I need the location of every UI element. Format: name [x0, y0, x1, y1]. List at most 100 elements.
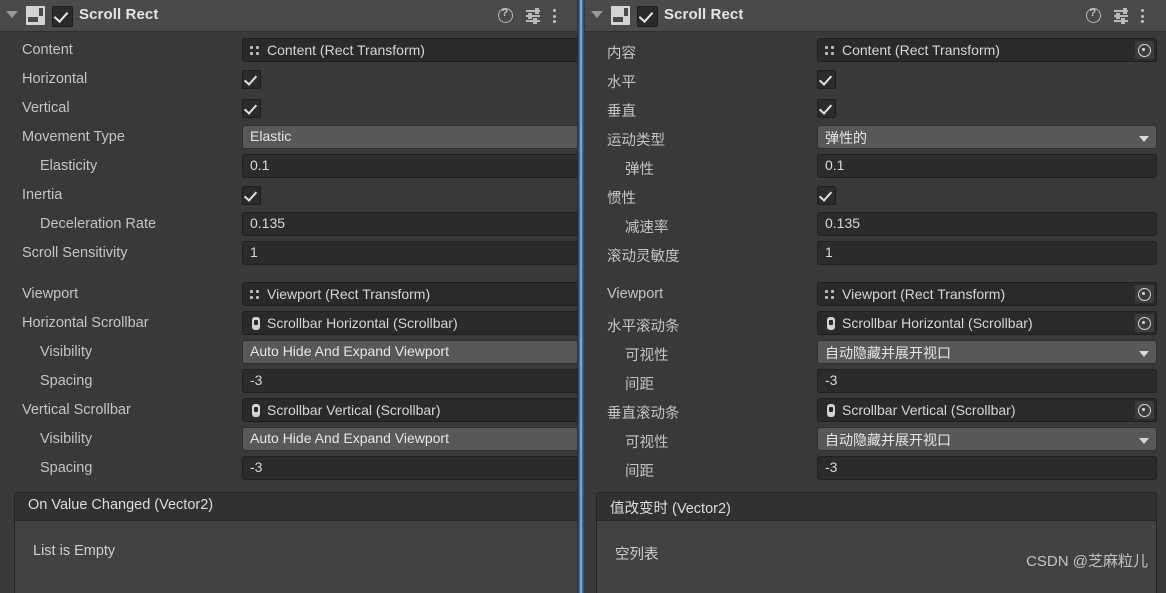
object-field[interactable]: Scrollbar Horizontal (Scrollbar) — [817, 311, 1157, 335]
property-label: Visibility — [40, 431, 93, 447]
property-label: 垂直滚动条 — [607, 406, 680, 422]
toggle-checkbox[interactable] — [242, 70, 261, 89]
property-label: Deceleration Rate — [40, 216, 157, 232]
property-label: 垂直 — [607, 104, 636, 120]
component-header: Scroll Rect? — [585, 0, 1166, 32]
dropdown-field[interactable]: Auto Hide And Expand Viewport — [242, 427, 578, 451]
property-row-9: 水平滚动条 Scrollbar Horizontal (Scrollbar) — [585, 309, 1166, 338]
property-label: Horizontal Scrollbar — [22, 315, 149, 331]
object-picker-icon[interactable] — [1135, 314, 1154, 332]
object-picker-icon[interactable] — [1135, 285, 1154, 303]
checkmark-icon — [638, 7, 654, 24]
property-label: Elasticity — [40, 158, 98, 174]
text-input-field[interactable]: 0.1 — [817, 154, 1157, 178]
property-label: Scroll Sensitivity — [22, 245, 128, 261]
property-row-2: 垂直 — [585, 94, 1166, 123]
property-row-0: 内容 Content (Rect Transform) — [585, 36, 1166, 65]
divider-highlight — [580, 0, 582, 593]
toggle-checkbox[interactable] — [817, 99, 836, 118]
text-input-value: -3 — [250, 459, 263, 475]
help-icon[interactable]: ? — [1086, 7, 1102, 24]
toggle-checkbox[interactable] — [242, 186, 261, 205]
text-input-field[interactable]: 1 — [242, 241, 578, 265]
text-input-field[interactable]: -3 — [242, 369, 578, 393]
property-label: Content — [22, 42, 73, 58]
kebab-menu-icon[interactable] — [1136, 8, 1152, 24]
text-input-field[interactable]: 1 — [817, 241, 1157, 265]
object-field[interactable]: Scrollbar Horizontal (Scrollbar) — [242, 311, 578, 335]
preset-icon[interactable] — [1114, 7, 1130, 24]
checkmark-icon — [243, 100, 257, 115]
object-field[interactable]: Scrollbar Vertical (Scrollbar) — [242, 398, 578, 422]
text-input-field[interactable]: 0.135 — [817, 212, 1157, 236]
chevron-down-icon — [1139, 136, 1149, 142]
object-field-value: Content (Rect Transform) — [267, 42, 425, 58]
foldout-triangle-icon[interactable] — [591, 11, 603, 18]
help-icon[interactable]: ? — [498, 7, 514, 24]
property-label: Viewport — [607, 286, 664, 302]
text-input-field[interactable]: 0.1 — [242, 154, 578, 178]
property-label: Inertia — [22, 187, 63, 203]
dropdown-field[interactable]: Elastic — [242, 125, 578, 149]
preset-icon[interactable] — [526, 7, 542, 24]
object-field[interactable]: Viewport (Rect Transform) — [817, 282, 1157, 306]
property-label: Vertical Scrollbar — [22, 402, 131, 418]
component-enabled-checkbox[interactable] — [52, 6, 73, 27]
text-input-value: -3 — [825, 372, 838, 388]
property-row-0: Content Content (Rect Transform) — [0, 36, 578, 65]
rect-transform-icon — [825, 46, 836, 55]
property-label: 间距 — [625, 377, 654, 393]
property-label: 运动类型 — [607, 133, 665, 149]
toggle-checkbox[interactable] — [817, 70, 836, 89]
property-row-13: Visibility Auto Hide And Expand Viewport — [0, 425, 578, 454]
dropdown-value: Elastic — [250, 128, 292, 144]
toggle-checkbox[interactable] — [242, 99, 261, 118]
component-title: Scroll Rect — [79, 6, 159, 23]
dropdown-field[interactable]: 弹性的 — [817, 125, 1157, 149]
object-field[interactable]: Scrollbar Vertical (Scrollbar) — [817, 398, 1157, 422]
property-row-11: Spacing -3 — [0, 367, 578, 396]
object-field[interactable]: Viewport (Rect Transform) — [242, 282, 578, 306]
text-input-field[interactable]: -3 — [817, 369, 1157, 393]
text-input-field[interactable]: -3 — [242, 456, 578, 480]
property-label: Spacing — [40, 460, 93, 476]
object-field[interactable]: Content (Rect Transform) — [817, 38, 1157, 62]
dropdown-value: 弹性的 — [825, 130, 867, 146]
object-picker-icon[interactable] — [1135, 41, 1154, 59]
text-input-field[interactable]: -3 — [817, 456, 1157, 480]
property-label: 可视性 — [625, 348, 669, 364]
object-picker-icon[interactable] — [1135, 401, 1154, 419]
rect-transform-icon — [825, 290, 836, 299]
component-header: Scroll Rect? — [0, 0, 578, 32]
property-label: 可视性 — [625, 435, 669, 451]
property-row-8: Viewport Viewport (Rect Transform) — [0, 280, 578, 309]
foldout-triangle-icon[interactable] — [6, 11, 18, 18]
script-icon — [26, 6, 45, 25]
kebab-menu-icon[interactable] — [548, 8, 564, 24]
property-row-2: Vertical — [0, 94, 578, 123]
property-label: Movement Type — [22, 129, 125, 145]
dropdown-field[interactable]: 自动隐藏并展开视口 — [817, 340, 1157, 364]
dropdown-field[interactable]: Auto Hide And Expand Viewport — [242, 340, 578, 364]
panel-divider[interactable] — [577, 0, 585, 593]
object-field[interactable]: Content (Rect Transform) — [242, 38, 578, 62]
property-row-6: Deceleration Rate 0.135 — [0, 210, 578, 239]
text-input-value: 0.135 — [825, 215, 861, 231]
checkmark-icon — [243, 187, 257, 202]
text-input-field[interactable]: 0.135 — [242, 212, 578, 236]
unity-event-title: 值改变时 (Vector2) — [610, 501, 731, 517]
property-row-5: Inertia — [0, 181, 578, 210]
property-row-14: Spacing -3 — [0, 454, 578, 483]
chevron-down-icon — [1139, 438, 1149, 444]
property-label: Vertical — [22, 100, 70, 116]
toggle-checkbox[interactable] — [817, 186, 836, 205]
property-row-8: Viewport Viewport (Rect Transform) — [585, 280, 1166, 309]
text-input-value: -3 — [825, 459, 838, 475]
property-label: 减速率 — [625, 220, 669, 236]
property-row-12: 垂直滚动条 Scrollbar Vertical (Scrollbar) — [585, 396, 1166, 425]
property-row-12: Vertical Scrollbar Scrollbar Vertical (Sc… — [0, 396, 578, 425]
scrollbar-icon — [252, 317, 260, 330]
component-enabled-checkbox[interactable] — [637, 6, 658, 27]
scrollbar-icon — [827, 317, 835, 330]
dropdown-field[interactable]: 自动隐藏并展开视口 — [817, 427, 1157, 451]
